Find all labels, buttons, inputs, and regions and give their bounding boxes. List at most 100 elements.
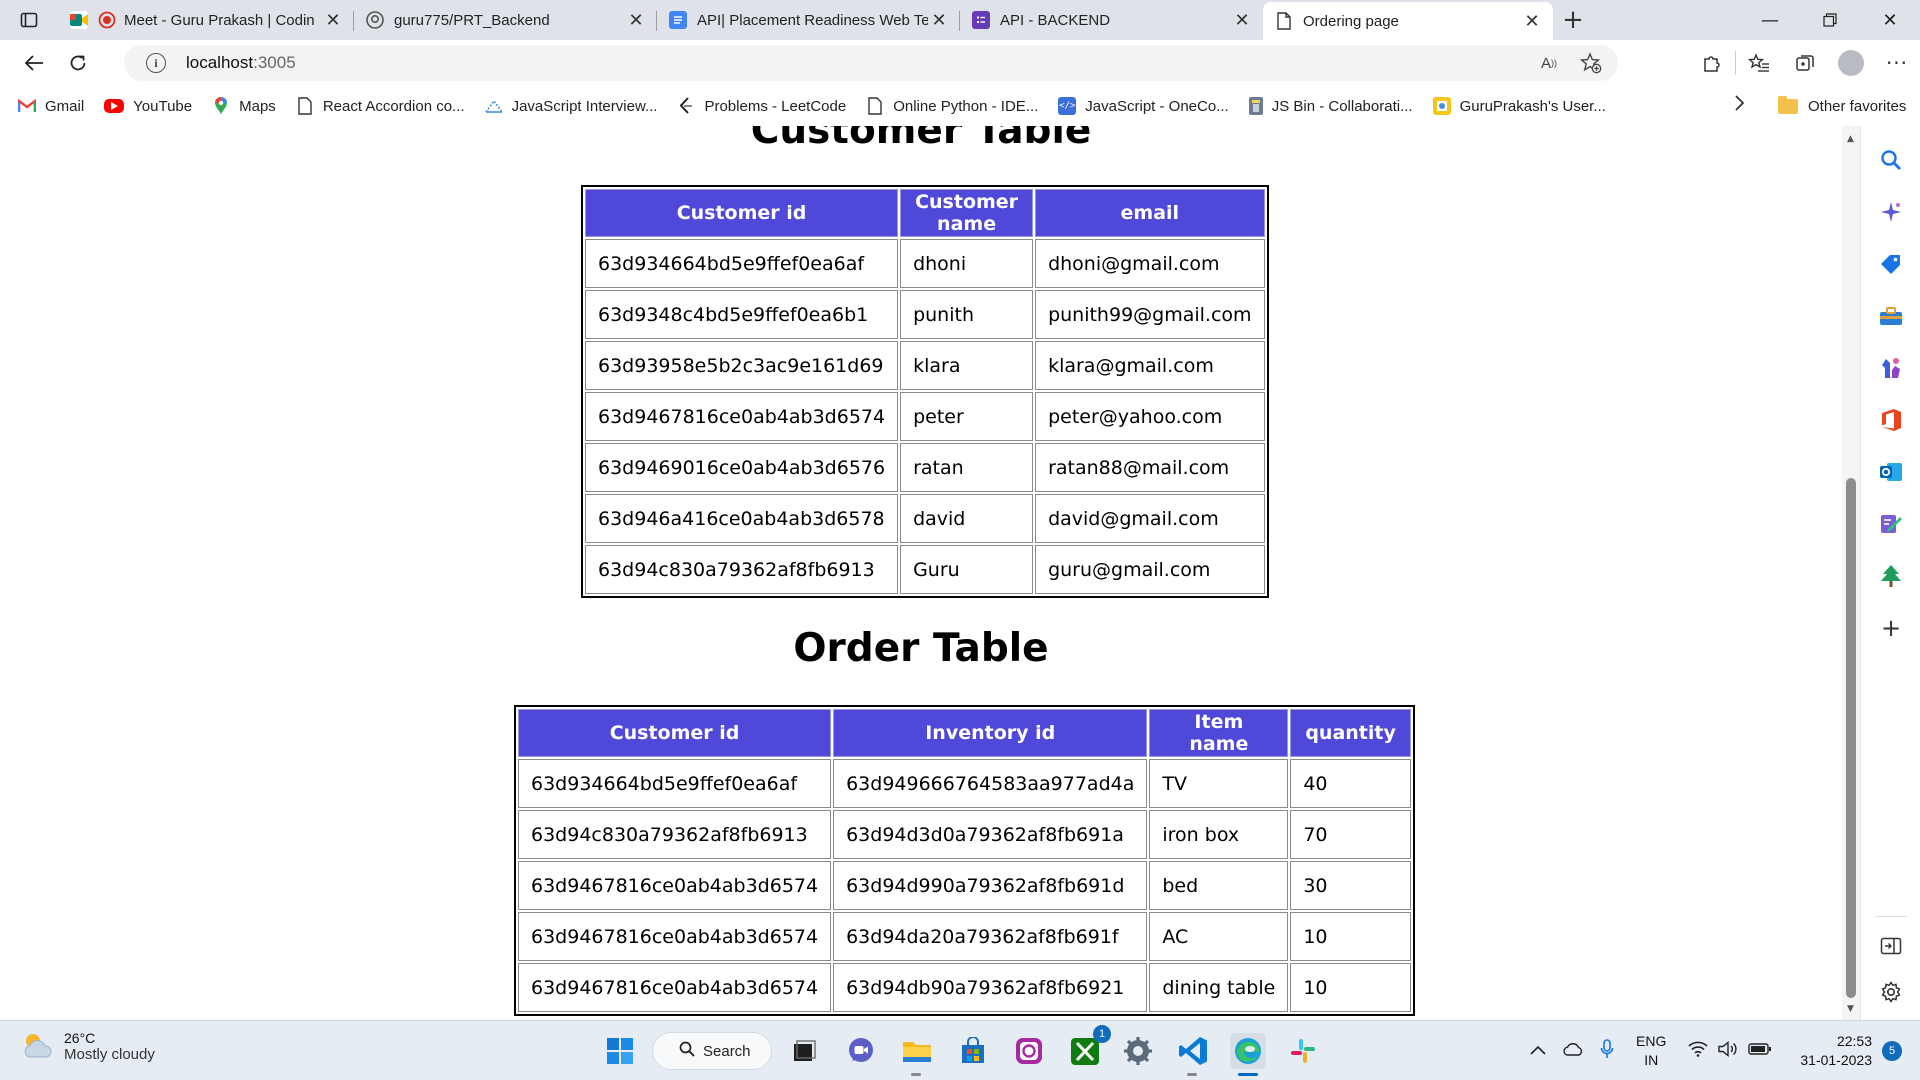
minimize-button[interactable]: —: [1740, 0, 1800, 40]
tab-strip: Meet - Guru Prakash | Codin ✕ guru775/PR…: [0, 0, 1920, 40]
read-aloud-icon[interactable]: A)): [1536, 51, 1562, 75]
sidebar-add-icon[interactable]: +: [1877, 614, 1905, 642]
volume-icon[interactable]: [1718, 1040, 1738, 1062]
start-button[interactable]: [602, 1033, 638, 1069]
column-header: email: [1035, 189, 1265, 237]
favorite-js-interview[interactable]: JavaScript Interview...: [484, 97, 657, 115]
tab-docs[interactable]: API| Placement Readiness Web Te ✕: [657, 2, 960, 38]
favorite-leetcode[interactable]: Problems - LeetCode: [677, 97, 846, 115]
camera-app-icon: [1016, 1038, 1042, 1064]
edge-browser-button[interactable]: [1230, 1033, 1266, 1069]
settings-menu-button[interactable]: ···: [1874, 40, 1920, 86]
gear-icon: [1124, 1037, 1152, 1065]
system-clock[interactable]: 22:53 31-01-2023: [1800, 1032, 1872, 1070]
table-row: 63d934664bd5e9ffef0ea6af 63d949666764583a…: [518, 759, 1411, 808]
file-explorer-button[interactable]: [899, 1033, 935, 1069]
wifi-icon[interactable]: [1688, 1041, 1708, 1062]
close-tab-icon[interactable]: ✕: [322, 9, 344, 31]
extensions-button[interactable]: [1689, 40, 1735, 86]
favorite-youtube[interactable]: YouTube: [104, 98, 192, 115]
vscode-button[interactable]: [1175, 1033, 1211, 1069]
order-table-body: 63d934664bd5e9ffef0ea6af 63d949666764583a…: [518, 759, 1411, 1012]
restore-icon: [1823, 13, 1837, 27]
sidebar-outlook-icon[interactable]: [1877, 458, 1905, 486]
table-row: 63d934664bd5e9ffef0ea6af dhoni dhoni@gmail…: [585, 239, 1265, 288]
table-row: 63d946a416ce0ab4ab3d6578 david david@gmail…: [585, 494, 1265, 543]
table-row: 63d9467816ce0ab4ab3d6574 63d94db90a79362a…: [518, 963, 1411, 1012]
table-header-row: Customer id Inventory id Item name quant…: [518, 709, 1411, 757]
scroll-up-icon[interactable]: ▲: [1847, 134, 1854, 144]
back-button[interactable]: [12, 45, 56, 81]
favorite-online-python[interactable]: Online Python - IDE...: [866, 97, 1038, 115]
tab-forms[interactable]: API - BACKEND ✕: [960, 2, 1263, 38]
scroll-down-icon[interactable]: ▼: [1847, 1004, 1854, 1014]
restore-button[interactable]: [1800, 0, 1860, 40]
close-tab-icon[interactable]: ✕: [625, 9, 647, 31]
sidebar-search-icon[interactable]: [1877, 146, 1905, 174]
table-cell: 63d93958e5b2c3ac9e161d69: [585, 341, 899, 390]
microphone-icon[interactable]: [1600, 1038, 1614, 1064]
favorite-maps[interactable]: Maps: [212, 97, 276, 115]
sidebar-settings-icon[interactable]: [1877, 978, 1905, 1006]
close-tab-icon[interactable]: ✕: [1231, 9, 1253, 31]
weather-widget[interactable]: 26°C Mostly cloudy: [20, 1029, 155, 1063]
notification-badge[interactable]: 5: [1882, 1041, 1902, 1061]
profile-avatar[interactable]: [1838, 50, 1864, 76]
table-cell: 63d94d990a79362af8fb691d: [833, 861, 1148, 910]
table-row: 63d9467816ce0ab4ab3d6574 peter peter@yahoo…: [585, 392, 1265, 441]
sidebar-copilot-icon[interactable]: [1877, 198, 1905, 226]
language-indicator[interactable]: ENG IN: [1636, 1032, 1666, 1070]
close-tab-icon[interactable]: ✕: [928, 9, 950, 31]
sidebar-games-icon[interactable]: [1877, 354, 1905, 382]
taskbar-search[interactable]: Search: [652, 1032, 772, 1070]
slack-button[interactable]: [1285, 1033, 1321, 1069]
microsoft-store-button[interactable]: [955, 1033, 991, 1069]
address-input[interactable]: i localhost:3005 A)): [124, 45, 1618, 81]
favorite-onecompiler[interactable]: </> JavaScript - OneCo...: [1058, 97, 1229, 115]
tab-title: API - BACKEND: [1000, 11, 1111, 29]
order-table: Customer id Inventory id Item name quant…: [514, 705, 1415, 1016]
favorite-gmail[interactable]: Gmail: [18, 97, 84, 115]
photo-app-button[interactable]: [1011, 1033, 1047, 1069]
new-tab-button[interactable]: +: [1553, 2, 1593, 38]
other-favorites-button[interactable]: Other favorites: [1778, 86, 1906, 126]
sidebar-office-icon[interactable]: [1877, 406, 1905, 434]
sidebar-shopping-icon[interactable]: [1877, 250, 1905, 278]
onedrive-icon[interactable]: [1562, 1042, 1584, 1061]
teams-chat-button[interactable]: [843, 1033, 879, 1069]
task-view-button[interactable]: [786, 1033, 822, 1069]
xbox-app-button[interactable]: 1: [1067, 1025, 1111, 1069]
chevron-right-icon[interactable]: [1734, 95, 1745, 116]
settings-app-button[interactable]: [1120, 1033, 1156, 1069]
tab-meet[interactable]: Meet - Guru Prakash | Codin ✕: [58, 2, 354, 38]
close-window-button[interactable]: ✕: [1860, 0, 1920, 40]
sidebar-hide-icon[interactable]: [1877, 932, 1905, 960]
close-tab-icon[interactable]: ✕: [1521, 10, 1543, 32]
favorite-guruprakash[interactable]: GuruPrakash's User...: [1432, 97, 1606, 115]
table-row: 63d94c830a79362af8fb6913 63d94d3d0a79362a…: [518, 810, 1411, 859]
tab-actions-button[interactable]: [0, 0, 58, 40]
window-controls: — ✕: [1740, 0, 1920, 40]
column-header: Customer id: [585, 189, 899, 237]
tab-title: guru775/PRT_Backend: [394, 11, 550, 29]
sidebar-tools-icon[interactable]: [1877, 302, 1905, 330]
tab-github[interactable]: guru775/PRT_Backend ✕: [354, 2, 657, 38]
collections-button[interactable]: [1782, 40, 1828, 86]
column-header: Customer name: [900, 189, 1034, 237]
vertical-scrollbar[interactable]: ▲ ▼: [1842, 126, 1860, 1020]
edge-sidebar: +: [1860, 126, 1920, 1020]
tab-ordering-page[interactable]: Ordering page ✕: [1263, 2, 1553, 40]
favorite-react-accordion[interactable]: React Accordion co...: [296, 97, 465, 115]
favorites-button[interactable]: [1736, 40, 1782, 86]
battery-icon[interactable]: [1748, 1042, 1772, 1061]
chevron-up-icon[interactable]: [1530, 1042, 1546, 1060]
site-info-icon[interactable]: i: [146, 53, 166, 73]
table-cell: dining table: [1149, 963, 1289, 1012]
refresh-button[interactable]: [56, 45, 100, 81]
add-favorite-icon[interactable]: [1578, 51, 1604, 75]
scrollbar-thumb[interactable]: [1846, 478, 1856, 998]
sidebar-designer-icon[interactable]: [1877, 510, 1905, 538]
favorite-jsbin[interactable]: JS Bin - Collaborati...: [1248, 97, 1413, 115]
table-cell: 70: [1290, 810, 1411, 859]
sidebar-tree-icon[interactable]: [1877, 562, 1905, 590]
